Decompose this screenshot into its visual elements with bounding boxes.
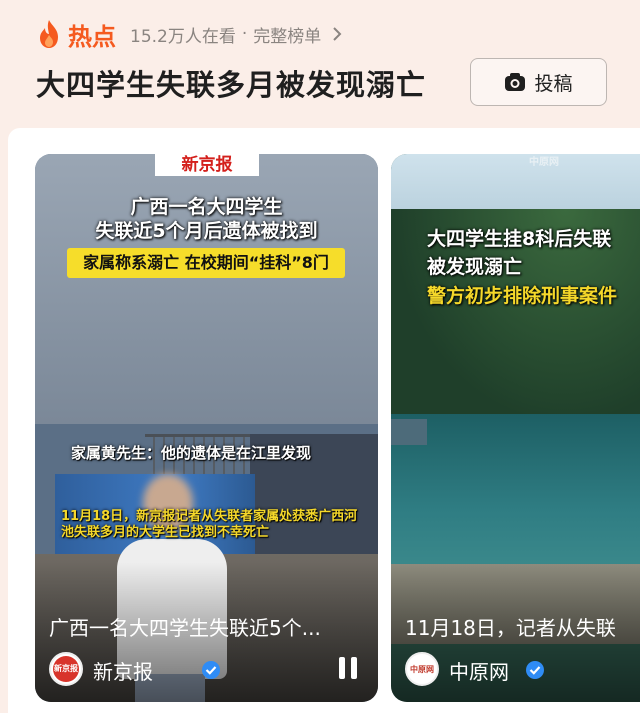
video-subtitle: 家属黄先生：他的遗体是在江里发现 <box>71 444 312 462</box>
video-subtitle: 11月18日，新京报记者从失联者家属处获悉广西河池失联多月的大学生已找到不幸死亡 <box>61 509 358 540</box>
video-card-1[interactable]: 新京报 广西一名大四学生 失联近5个月后遗体被找到 家属称系溺亡 在校期间“挂科… <box>35 154 378 702</box>
avatar[interactable]: 中原网 <box>405 652 439 686</box>
source-name[interactable]: 新京报 <box>93 656 153 685</box>
hot-label: 热点 <box>68 22 116 51</box>
source-name[interactable]: 中原网 <box>449 656 509 685</box>
separator-dot: · <box>241 24 248 44</box>
video-highlight-bar: 家属称系溺亡 在校期间“挂科”8门 <box>67 248 345 278</box>
video-title-line3: 警方初步排除刑事案件 <box>427 285 618 307</box>
submit-label: 投稿 <box>534 72 573 95</box>
chevron-right-icon[interactable] <box>331 26 343 42</box>
trending-header: 热点 15.2万人在看 · 完整榜单 大四学生失联多月被发现溺亡 投稿 <box>0 0 640 130</box>
full-list-link[interactable]: 完整榜单 <box>253 22 321 47</box>
video-watermark: 新京报 <box>155 154 259 176</box>
source-logo: 新京报 <box>53 656 79 682</box>
verified-check-icon <box>526 661 544 679</box>
video-title-line2: 失联近5个月后遗体被找到 <box>95 220 318 242</box>
source-logo: 中原网 <box>410 664 434 674</box>
viewer-count: 15.2万人在看 <box>130 26 236 47</box>
hot-row[interactable]: 热点 15.2万人在看 · 完整榜单 <box>36 18 343 51</box>
card-caption: 11月18日，记者从失联 <box>405 616 616 640</box>
video-background <box>391 419 427 445</box>
flame-icon <box>40 20 58 48</box>
avatar[interactable]: 新京报 <box>49 652 83 686</box>
video-title-line1: 大四学生挂8科后失联 <box>427 228 612 250</box>
verified-check-icon <box>202 661 220 679</box>
card-caption: 广西一名大四学生失联近5个... <box>49 616 321 640</box>
video-background <box>391 414 640 574</box>
pause-icon[interactable] <box>335 654 361 682</box>
video-title-line1: 广西一名大四学生 <box>130 196 283 218</box>
video-watermark: 中原网 <box>529 157 559 168</box>
video-card-2[interactable]: 中原网 大四学生挂8科后失联 被发现溺亡 警方初步排除刑事案件 11月18日，记… <box>391 154 640 702</box>
camera-icon <box>505 73 526 91</box>
video-title-line2: 被发现溺亡 <box>427 256 523 278</box>
submit-button[interactable]: 投稿 <box>470 58 607 106</box>
headline-title: 大四学生失联多月被发现溺亡 <box>36 68 427 102</box>
